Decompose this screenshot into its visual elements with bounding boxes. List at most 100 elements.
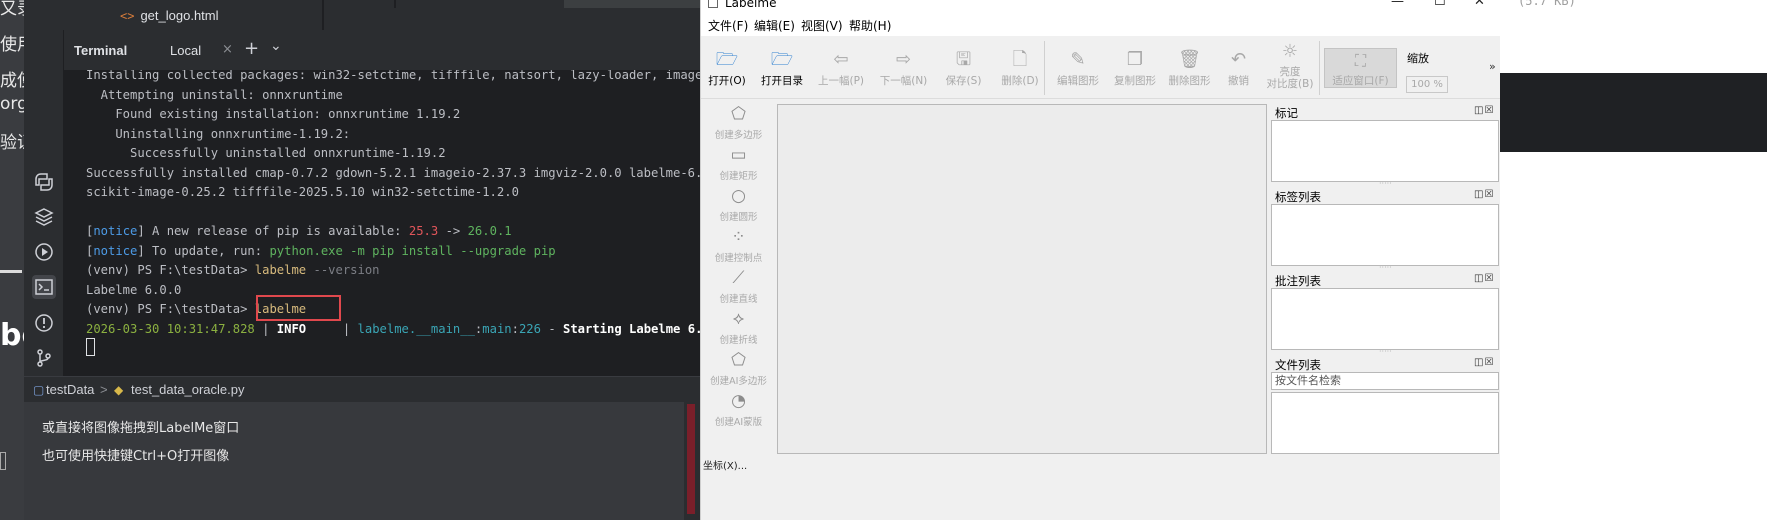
- menu-view[interactable]: 视图(V): [801, 17, 843, 34]
- polygon-icon: ⬠: [731, 104, 746, 124]
- open-button[interactable]: 🗁 打开(O): [701, 36, 753, 99]
- terminal-segment: labelme: [254, 263, 307, 277]
- breadcrumb-project[interactable]: testData: [46, 382, 94, 397]
- toolbar-label: 删除图形: [1168, 75, 1211, 87]
- terminal-line: [notice] To update, run: python.exe -m p…: [86, 242, 556, 261]
- minimize-icon[interactable]: —: [1391, 0, 1404, 9]
- polyline-icon: ⟡: [732, 309, 745, 329]
- python-file-icon: ◆: [114, 383, 124, 397]
- terminal-segment: (venv) PS F:\testData>: [86, 263, 255, 277]
- html-file-icon: <>: [120, 9, 135, 23]
- toolbar-label: 下一幅(N): [879, 75, 928, 87]
- breadcrumb-file[interactable]: test_data_oracle.py: [131, 382, 244, 397]
- next-image-button[interactable]: ⇨ 下一幅(N): [871, 36, 936, 99]
- terminal-line: Successfully uninstalled onnxruntime-1.1…: [86, 144, 446, 163]
- ide-tool-rail: [24, 30, 64, 425]
- annotation-list[interactable]: [1271, 288, 1499, 350]
- copy-shape-button[interactable]: ❐ 复制图形: [1107, 36, 1163, 99]
- copy-icon: ❐: [1126, 49, 1144, 70]
- tool-line[interactable]: ⟋ 创建直线: [701, 264, 776, 305]
- edit-icon: ✎: [1070, 49, 1086, 70]
- python-console-icon[interactable]: [32, 170, 56, 194]
- bottom-dock-fragment: 坐标(X)...: [701, 456, 1501, 472]
- undo-button[interactable]: ↶ 撤销: [1216, 36, 1261, 99]
- tab-local[interactable]: Local: [170, 43, 201, 58]
- tool-ai-mask[interactable]: ◔ 创建AI蒙版: [701, 387, 776, 428]
- folder-open-icon: 🗁: [715, 49, 739, 70]
- image-canvas[interactable]: [777, 104, 1267, 454]
- dock-float-close-icon[interactable]: ◫☒: [1474, 357, 1494, 368]
- run-icon[interactable]: [32, 240, 56, 264]
- label-list[interactable]: [1271, 204, 1499, 266]
- toolbar-overflow-icon[interactable]: »: [1489, 60, 1496, 73]
- terminal-segment: labelme.__main__: [357, 321, 475, 336]
- terminal-title: Terminal: [74, 43, 128, 58]
- save-icon: 🖫: [955, 49, 972, 70]
- terminal-line: (venv) PS F:\testData> labelme --version: [86, 261, 380, 280]
- toolbar-label: 保存(S): [945, 75, 982, 87]
- dock-float-close-icon[interactable]: ◫☒: [1474, 189, 1494, 200]
- folder-icon: ▢: [33, 383, 45, 397]
- terminal-line: Uninstalling onnxruntime-1.19.2:: [86, 125, 350, 144]
- tool-rectangle[interactable]: ▭ 创建矩形: [701, 141, 776, 182]
- dock-float-close-icon[interactable]: ◫☒: [1474, 105, 1494, 116]
- maximize-icon[interactable]: ☐: [1434, 0, 1446, 9]
- tool-polyline[interactable]: ⟡ 创建折线: [701, 305, 776, 346]
- points-icon: ⁘: [731, 227, 746, 247]
- problems-icon[interactable]: [32, 311, 56, 335]
- fit-window-button[interactable]: ⛶ 适应窗口(F): [1324, 48, 1397, 88]
- toolbar: 🗁 打开(O) 🗁 打开目录 ⇦ 上一幅(P) ⇨ 下一幅(N) 🖫 保存(S) 🗋 删除(D) ✎ 编辑…: [701, 36, 1501, 99]
- terminal-line: Labelme 6.0.0: [86, 281, 181, 300]
- close-icon[interactable]: ✕: [1474, 0, 1485, 9]
- menu-help[interactable]: 帮助(H): [849, 17, 891, 34]
- toolbar-label: 编辑图形: [1057, 75, 1099, 87]
- flags-dock: 标记 ◫☒ ·····: [1271, 103, 1501, 188]
- dock-title: 标记: [1275, 106, 1298, 120]
- git-icon[interactable]: [32, 346, 56, 370]
- tool-ai-polygon[interactable]: ⬠ 创建AI多边形: [701, 346, 776, 387]
- flags-list[interactable]: [1271, 120, 1499, 182]
- title-bar: Labelme — ☐ ✕: [701, 0, 1501, 14]
- chevron-down-icon[interactable]: ⌄: [270, 38, 282, 54]
- terminal-line: Attempting uninstall: onnxruntime: [86, 86, 343, 105]
- ide-window: <> get_logo.html Terminal Local × + ⌄ In…: [24, 0, 796, 455]
- terminal-segment: |: [306, 321, 358, 336]
- tool-circle[interactable]: ○ 创建圆形: [701, 182, 776, 223]
- page-text: 或直接将图像拖拽到LabelMe窗口: [42, 421, 240, 436]
- menu-edit[interactable]: 编辑(E): [754, 17, 795, 34]
- undo-icon: ↶: [1230, 49, 1247, 70]
- open-dir-button[interactable]: 🗁 打开目录: [753, 36, 811, 99]
- scrollbar[interactable]: [687, 404, 695, 514]
- file-search-input[interactable]: 按文件名检索: [1271, 372, 1499, 390]
- terminal-segment: Labelme 6.0.0: [86, 282, 182, 297]
- terminal-segment: 226: [518, 321, 541, 336]
- toolbar-label: 亮度 对比度(B): [1266, 66, 1314, 90]
- edit-shape-button[interactable]: ✎ 编辑图形: [1049, 36, 1107, 99]
- terminal-line: [notice] A new release of pip is availab…: [86, 222, 512, 241]
- terminal-segment: Successfully installed cmap-0.7.2 gdown-…: [86, 165, 747, 180]
- prev-image-button[interactable]: ⇦ 上一幅(P): [811, 36, 871, 99]
- background-webpage-right: (5.7 KB): [1500, 0, 1767, 520]
- terminal-line: Found existing installation: onnxruntime…: [86, 105, 460, 124]
- file-list[interactable]: [1271, 392, 1499, 454]
- layers-icon[interactable]: [32, 205, 56, 229]
- close-tab-icon[interactable]: ×: [222, 42, 233, 57]
- ide-project-tree-fragment: <> get_logo.html: [24, 0, 796, 30]
- tool-points[interactable]: ⁘ 创建控制点: [701, 223, 776, 264]
- terminal-icon[interactable]: [32, 275, 56, 299]
- delete-shape-button[interactable]: 🗑 删除图形: [1163, 36, 1216, 99]
- save-button[interactable]: 🖫 保存(S): [936, 36, 991, 99]
- zoom-spinbox[interactable]: 100 %: [1406, 76, 1448, 93]
- delete-file-button[interactable]: 🗋 删除(D): [991, 36, 1049, 99]
- project-file-item[interactable]: <> get_logo.html: [120, 8, 219, 23]
- terminal-segment: Uninstalling onnxruntime-1.19.2:: [86, 126, 351, 141]
- bg-checkbox: [0, 452, 6, 470]
- tool-polygon[interactable]: ⬠ 创建多边形: [701, 100, 776, 141]
- brightness-contrast-button[interactable]: ☼ 亮度 对比度(B): [1261, 36, 1319, 99]
- dock-float-close-icon[interactable]: ◫☒: [1474, 273, 1494, 284]
- terminal-output[interactable]: Installing collected packages: win32-set…: [64, 70, 796, 385]
- menu-file[interactable]: 文件(F): [708, 17, 748, 34]
- fit-window-label: 适应窗口(F): [1332, 75, 1389, 87]
- terminal-segment: -: [540, 321, 563, 336]
- new-terminal-plus-icon[interactable]: +: [244, 38, 259, 59]
